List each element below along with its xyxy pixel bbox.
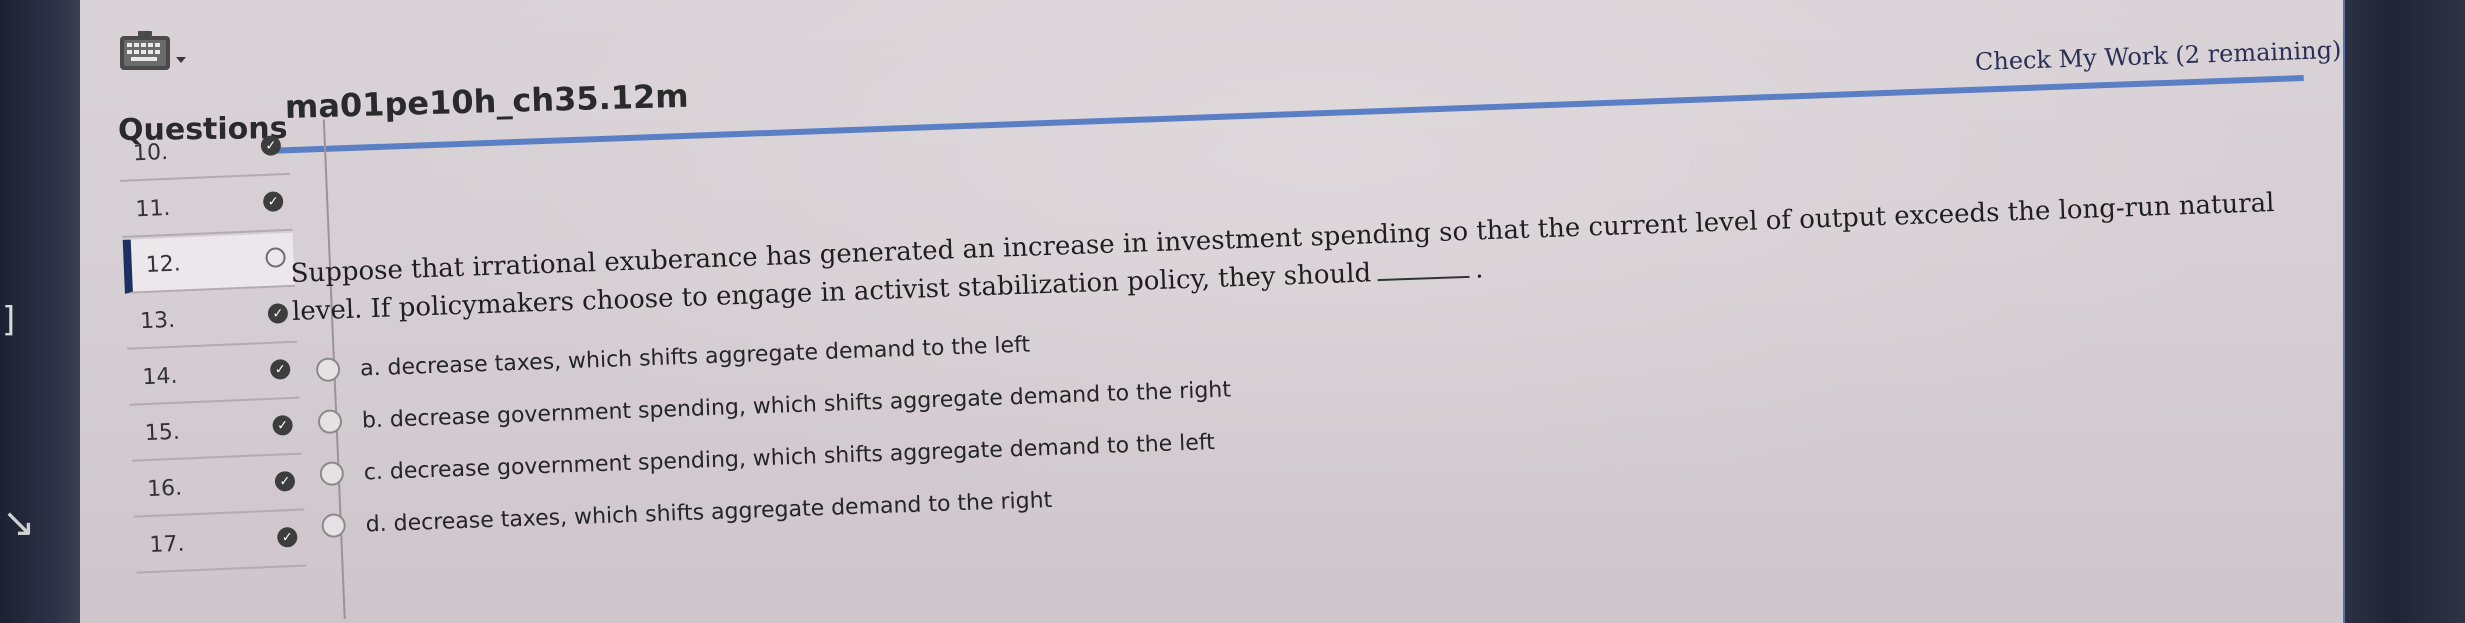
question-item-10[interactable]: 10. ✓ — [118, 120, 291, 182]
check-icon: ✓ — [269, 359, 291, 380]
empty-circle-icon — [265, 247, 286, 268]
question-item-17[interactable]: 17. ✓ — [134, 512, 307, 574]
question-item-12[interactable]: 12. — [122, 232, 295, 294]
question-item-11[interactable]: 11. ✓ — [120, 176, 293, 238]
chevron-down-icon — [176, 57, 186, 63]
check-icon: ✓ — [260, 135, 282, 157]
question-number: 14. — [141, 363, 178, 391]
hook-icon: ↘ — [2, 500, 36, 546]
question-item-14[interactable]: 14. ✓ — [127, 344, 300, 406]
question-number: 13. — [139, 307, 176, 335]
bracket-icon: ] — [2, 300, 16, 340]
keyboard-icon — [120, 31, 170, 70]
keyboard-toolbar-button[interactable] — [118, 30, 188, 80]
radio-button[interactable] — [315, 357, 341, 383]
option-label: d. decrease taxes, which shifts aggregat… — [365, 487, 1053, 537]
check-icon: ✓ — [262, 191, 284, 212]
radio-button[interactable] — [321, 513, 347, 539]
question-number: 10. — [132, 139, 169, 167]
question-item-13[interactable]: 13. ✓ — [125, 288, 298, 350]
question-number: 17. — [148, 531, 186, 559]
answer-blank — [1376, 255, 1470, 282]
left-bezel: ] ↘ — [0, 0, 80, 623]
prompt-end: . — [1474, 254, 1484, 285]
question-item-15[interactable]: 15. ✓ — [129, 400, 302, 462]
check-icon: ✓ — [272, 414, 294, 436]
check-icon: ✓ — [267, 303, 289, 324]
question-number: 15. — [144, 419, 181, 447]
right-bezel — [2345, 0, 2465, 623]
screen: ] ↘ Questions ma01pe10h_ch35.12m Check M… — [0, 0, 2465, 623]
question-item-16[interactable]: 16. ✓ — [132, 456, 305, 518]
question-number: 16. — [146, 475, 183, 503]
radio-button[interactable] — [317, 409, 343, 435]
question-number: 12. — [145, 251, 182, 278]
question-number: 11. — [134, 195, 171, 223]
check-icon: ✓ — [274, 470, 296, 492]
check-icon: ✓ — [276, 526, 298, 548]
radio-button[interactable] — [319, 461, 345, 487]
